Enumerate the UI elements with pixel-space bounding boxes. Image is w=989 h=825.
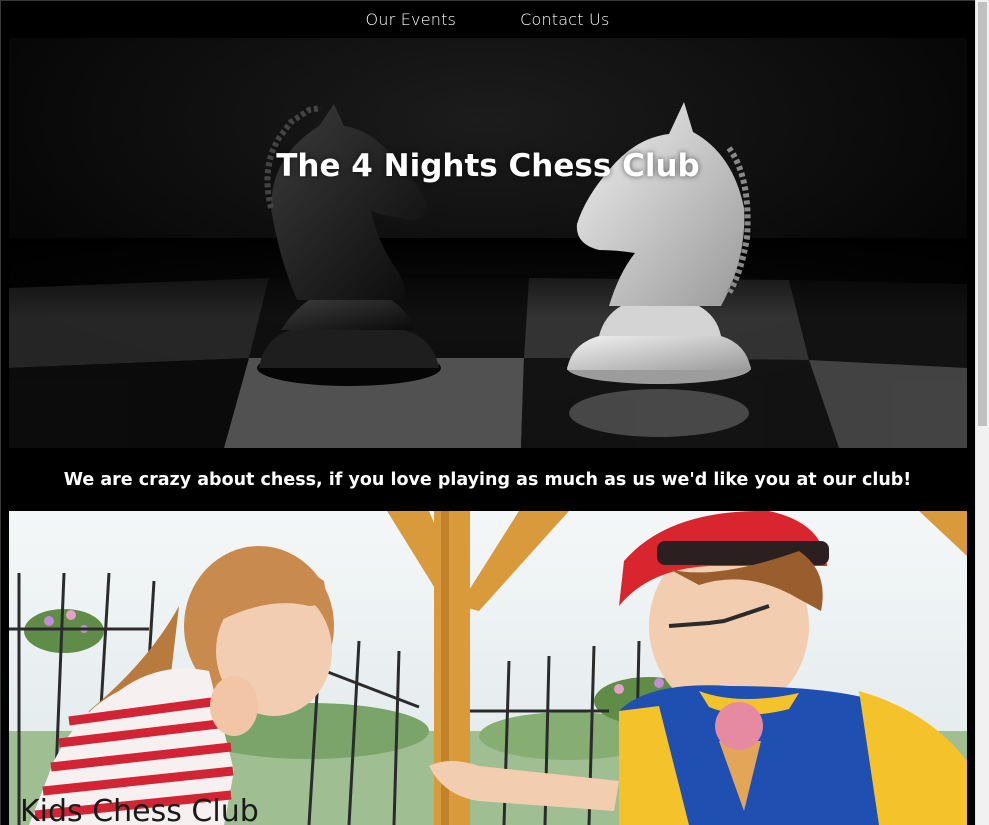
club-tagline: We are crazy about chess, if you love pl…	[63, 470, 912, 490]
window-border-left	[0, 0, 1, 825]
kids-playing-chess-photo	[9, 511, 967, 825]
scrollbar-thumb[interactable]	[978, 2, 987, 426]
kids-section-title: Kids Chess Club	[20, 793, 259, 825]
kids-chess-club-card[interactable]: Kids Chess Club	[9, 511, 967, 825]
nav-link-our-events[interactable]: Our Events	[366, 10, 457, 29]
nav-link-contact-us[interactable]: Contact Us	[520, 10, 609, 29]
hero-title: The 4 Nights Chess Club	[276, 147, 700, 184]
hero-chess-knights-image	[9, 38, 967, 448]
hero-banner: The 4 Nights Chess Club	[9, 38, 967, 448]
browser-viewport: Our Events Contact Us The 4 Nights Chess…	[0, 0, 989, 825]
vertical-scrollbar[interactable]	[975, 0, 989, 825]
top-nav: Our Events Contact Us	[0, 0, 975, 38]
